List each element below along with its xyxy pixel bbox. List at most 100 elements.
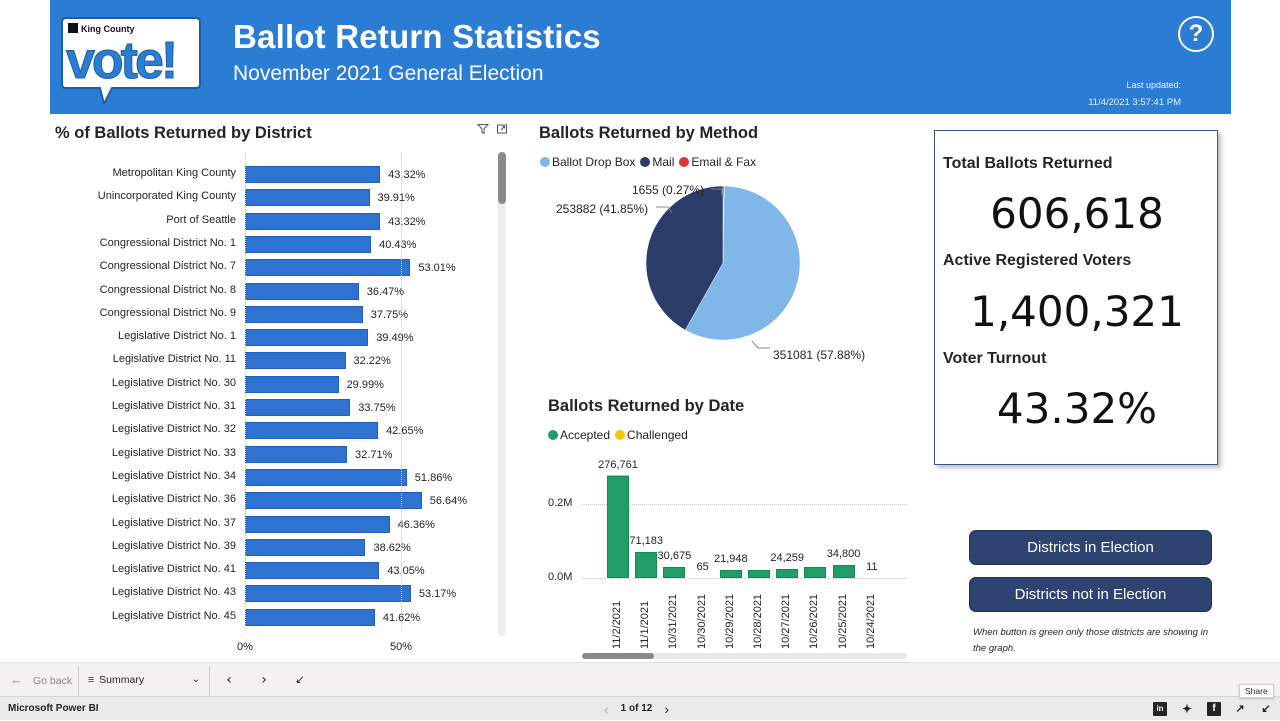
x-tick-date: 10/24/2021 xyxy=(864,593,877,649)
district-bar[interactable] xyxy=(245,468,407,486)
district-label: Legislative District No. 34 xyxy=(111,469,236,482)
pie-leader-line xyxy=(751,340,770,349)
divider xyxy=(78,666,79,696)
button-note: When button is green only those district… xyxy=(973,627,1208,654)
district-bar[interactable] xyxy=(245,235,372,253)
date-data-label: 24,259 xyxy=(770,552,805,565)
help-button[interactable]: ? xyxy=(1178,16,1214,52)
legend-label: Challenged xyxy=(627,428,688,442)
date-bar-challenged[interactable] xyxy=(607,474,629,477)
go-back-button[interactable]: ← Go back xyxy=(10,663,72,697)
legend-item-drop-box[interactable]: Ballot Drop Box xyxy=(540,155,635,169)
x-tick-date: 10/25/2021 xyxy=(836,593,849,649)
date-bar-accepted[interactable] xyxy=(719,569,742,578)
district-bar[interactable] xyxy=(245,538,366,556)
district-bar[interactable] xyxy=(245,608,375,626)
kpi-card: Total Ballots Returned 606,618 Active Re… xyxy=(934,130,1218,465)
legend-item-challenged[interactable]: Challenged xyxy=(615,428,688,442)
share-icon[interactable]: ↗ xyxy=(1233,702,1247,716)
district-bar[interactable] xyxy=(245,445,348,463)
legend-label: Email & Fax xyxy=(691,155,757,169)
district-bar[interactable] xyxy=(245,399,351,416)
district-label: Congressional District No. 9 xyxy=(99,306,236,319)
district-data-label: 51.86% xyxy=(414,471,453,484)
date-data-label: 276,761 xyxy=(598,458,638,471)
facebook-icon[interactable]: f xyxy=(1207,702,1221,716)
previous-page-icon[interactable]: ‹ xyxy=(221,663,237,697)
district-bar[interactable] xyxy=(245,562,380,580)
district-data-label: 38.62% xyxy=(373,541,411,554)
district-bar[interactable] xyxy=(245,259,411,277)
district-bar[interactable] xyxy=(245,585,411,603)
date-bar-accepted[interactable] xyxy=(832,565,855,578)
go-back-label: Go back xyxy=(33,675,73,687)
date-bar-accepted[interactable] xyxy=(635,551,658,578)
district-bar[interactable] xyxy=(245,212,381,230)
district-data-label: 32.22% xyxy=(353,355,391,368)
district-bar[interactable] xyxy=(245,492,422,510)
date-bar-accepted[interactable] xyxy=(748,569,770,578)
districts-not-in-election-button[interactable]: Districts not in Election xyxy=(969,577,1212,612)
date-data-label: 65 xyxy=(696,560,709,573)
focus-mode-icon[interactable] xyxy=(496,123,508,135)
logo-big-text: vote! xyxy=(66,32,175,90)
date-data-label: 21,948 xyxy=(713,552,748,565)
date-bar-accepted[interactable] xyxy=(607,476,629,578)
page-selector[interactable]: ≡ Summary ⌄ xyxy=(88,663,200,697)
scrollbar-thumb[interactable] xyxy=(498,152,506,204)
filter-icon[interactable] xyxy=(476,123,490,135)
twitter-icon[interactable]: ✦ xyxy=(1180,702,1194,716)
back-arrow-icon: ← xyxy=(10,672,23,687)
x-tick-date: 11/2/2021 xyxy=(611,600,623,649)
last-updated-value: 11/4/2021 3:57:41 PM xyxy=(1088,97,1181,108)
date-bar-accepted[interactable] xyxy=(663,566,686,578)
y-tick-02m: 0.2M xyxy=(548,497,573,509)
district-bar[interactable] xyxy=(245,352,346,370)
legend-label: Mail xyxy=(652,155,675,169)
linkedin-icon[interactable]: in xyxy=(1153,702,1167,716)
district-chart-scrollbar[interactable] xyxy=(498,152,506,636)
district-bar[interactable] xyxy=(245,189,370,207)
legend-label: Accepted xyxy=(560,428,611,442)
x-tick-date: 10/26/2021 xyxy=(808,593,821,649)
gridline-50 xyxy=(401,152,402,630)
next-page-icon[interactable]: › xyxy=(664,697,669,721)
page-navigator: ‹ 1 of 12 › xyxy=(604,697,669,721)
district-data-label: 33.75% xyxy=(358,402,396,414)
x-tick-0: 0% xyxy=(237,641,253,653)
district-bar[interactable] xyxy=(245,515,390,533)
district-data-label: 53.01% xyxy=(418,262,456,275)
scrollbar-thumb[interactable] xyxy=(582,653,654,659)
gridline-0m xyxy=(582,578,907,579)
district-data-label: 42.65% xyxy=(386,425,424,438)
x-tick-date: 10/27/2021 xyxy=(780,593,793,649)
kpi-label-voter-turnout: Voter Turnout xyxy=(943,350,1047,367)
district-data-label: 37.75% xyxy=(370,308,409,321)
date-bar-accepted[interactable] xyxy=(804,567,827,578)
district-bar[interactable] xyxy=(245,282,359,300)
districts-in-election-button[interactable]: Districts in Election xyxy=(969,530,1212,565)
district-label: Legislative District No. 41 xyxy=(111,563,236,576)
district-bar[interactable] xyxy=(245,375,339,393)
fullscreen-icon[interactable]: ↙ xyxy=(1259,702,1273,716)
district-bar[interactable] xyxy=(245,329,369,347)
legend-item-mail[interactable]: Mail xyxy=(640,155,674,169)
chevron-down-icon: ⌄ xyxy=(191,674,200,685)
district-bar[interactable] xyxy=(245,305,363,323)
date-data-label: 30,675 xyxy=(657,549,692,562)
legend-item-email-fax[interactable]: Email & Fax xyxy=(679,155,756,169)
district-bar[interactable] xyxy=(245,166,381,183)
previous-page-icon[interactable]: ‹ xyxy=(604,697,609,721)
power-bi-statusbar: Microsoft Power BI ‹ 1 of 12 › in ✦ f ↗ … xyxy=(0,696,1280,720)
gridline-0 xyxy=(245,152,246,630)
report-canvas: King County vote! Ballot Return Statisti… xyxy=(0,0,1280,662)
district-bar[interactable] xyxy=(245,422,379,440)
date-chart-scrollbar[interactable] xyxy=(582,653,907,659)
legend-item-accepted[interactable]: Accepted xyxy=(548,428,610,442)
date-bar-accepted[interactable] xyxy=(776,569,799,578)
next-page-icon[interactable]: › xyxy=(256,663,272,697)
exit-fullscreen-icon[interactable]: ↙ xyxy=(292,663,308,697)
district-label: Legislative District No. 43 xyxy=(111,586,236,599)
kpi-value-registered-voters: 1,400,321 xyxy=(970,287,1184,336)
district-data-label: 36.47% xyxy=(366,285,405,298)
